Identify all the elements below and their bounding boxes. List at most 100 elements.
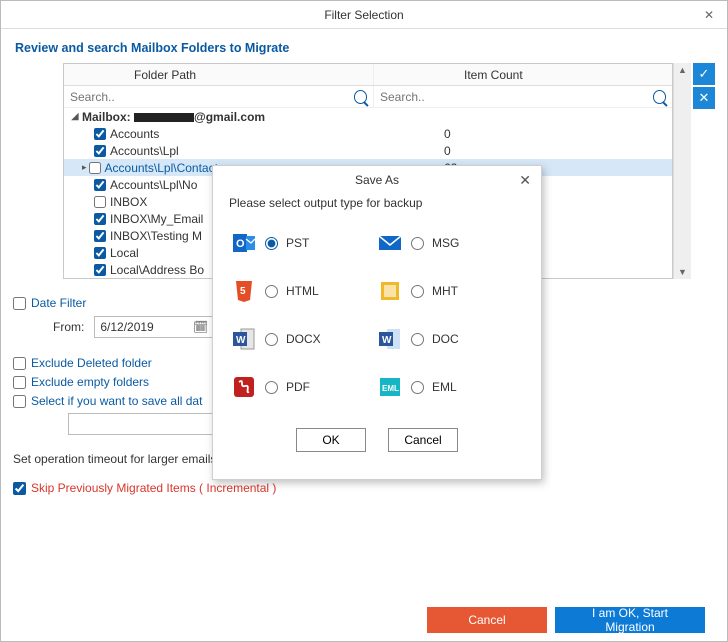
option-radio[interactable] — [265, 381, 278, 394]
option-mht[interactable]: MHT — [377, 278, 523, 304]
option-label: HTML — [286, 284, 319, 298]
scrollbar[interactable]: ▲ ▼ — [673, 63, 691, 279]
html5-icon: 5 — [231, 278, 257, 304]
option-radio[interactable] — [265, 237, 278, 250]
svg-text:O: O — [236, 238, 245, 250]
row-checkbox[interactable] — [94, 145, 106, 157]
modal-title: Save As — [355, 173, 399, 187]
uncheck-all-button[interactable]: ✕ — [693, 87, 715, 109]
mht-icon — [377, 278, 403, 304]
option-label: PDF — [286, 380, 310, 394]
modal-titlebar: Save As ✕ — [213, 166, 541, 194]
from-date-input[interactable]: 6/12/2019 🗓 — [94, 316, 214, 338]
row-checkbox[interactable] — [94, 179, 106, 191]
section-title: Review and search Mailbox Folders to Mig… — [15, 41, 715, 55]
option-radio[interactable] — [411, 333, 424, 346]
scroll-up-icon[interactable]: ▲ — [678, 63, 687, 77]
table-row[interactable]: Accounts0 — [64, 125, 672, 142]
exclude-empty-checkbox[interactable] — [13, 376, 26, 389]
search-count-cell — [374, 86, 672, 107]
modal-buttons: OK Cancel — [213, 428, 541, 452]
close-icon[interactable]: ✕ — [519, 172, 531, 189]
from-label: From: — [53, 320, 84, 334]
table-row[interactable]: Accounts\Lpl0 — [64, 142, 672, 159]
skip-prev-checkbox[interactable] — [13, 482, 26, 495]
row-checkbox[interactable] — [94, 230, 106, 242]
row-checkbox[interactable] — [94, 264, 106, 276]
mailbox-prefix: Mailbox: — [82, 110, 131, 124]
search-folder-cell — [64, 86, 374, 107]
exclude-empty-label: Exclude empty folders — [31, 375, 149, 389]
date-filter-checkbox[interactable] — [13, 297, 26, 310]
option-pdf[interactable]: PDF — [231, 374, 377, 400]
cancel-button[interactable]: Cancel — [427, 607, 547, 633]
modal-cancel-button[interactable]: Cancel — [388, 428, 458, 452]
collapse-icon[interactable]: ◢ — [70, 112, 80, 122]
table-header: Folder Path Item Count — [64, 64, 672, 86]
row-checkbox[interactable] — [94, 213, 106, 225]
option-eml[interactable]: EML EML — [377, 374, 523, 400]
search-icon[interactable] — [354, 90, 367, 104]
output-options-grid: O PST MSG 5 HTML MHT W DOCX W DOC — [213, 222, 541, 400]
date-filter-label: Date Filter — [31, 296, 86, 310]
option-radio[interactable] — [411, 381, 424, 394]
option-label: DOC — [432, 332, 459, 346]
row-pointer-icon: ▸ — [82, 162, 87, 173]
word-icon: W — [377, 326, 403, 352]
option-radio[interactable] — [265, 285, 278, 298]
scroll-down-icon[interactable]: ▼ — [678, 265, 687, 279]
modal-subtitle: Please select output type for backup — [213, 194, 541, 222]
skip-prev-row: Skip Previously Migrated Items ( Increme… — [13, 481, 715, 495]
row-checkbox[interactable] — [94, 196, 106, 208]
mailbox-root[interactable]: ◢ Mailbox: @gmail.com — [64, 108, 672, 125]
option-label: DOCX — [286, 332, 321, 346]
svg-text:EML: EML — [382, 384, 399, 393]
svg-text:W: W — [382, 335, 392, 346]
svg-text:W: W — [236, 335, 246, 346]
row-checkbox[interactable] — [94, 128, 106, 140]
option-label: EML — [432, 380, 457, 394]
option-html[interactable]: 5 HTML — [231, 278, 377, 304]
mailbox-redacted — [134, 113, 194, 122]
option-radio[interactable] — [411, 237, 424, 250]
word-icon: W — [231, 326, 257, 352]
calendar-icon[interactable]: 🗓 — [193, 320, 208, 334]
row-checkbox[interactable] — [94, 247, 106, 259]
option-label: MHT — [432, 284, 458, 298]
start-migration-button[interactable]: I am OK, Start Migration — [555, 607, 705, 633]
exclude-deleted-label: Exclude Deleted folder — [31, 356, 152, 370]
pdf-icon — [231, 374, 257, 400]
bottom-bar: Cancel I am OK, Start Migration — [13, 599, 715, 641]
option-radio[interactable] — [265, 333, 278, 346]
from-date-value: 6/12/2019 — [100, 320, 153, 334]
search-count-input[interactable] — [380, 90, 653, 104]
option-radio[interactable] — [411, 285, 424, 298]
check-all-button[interactable]: ✓ — [693, 63, 715, 85]
search-icon[interactable] — [653, 90, 666, 104]
outlook-icon: O — [231, 230, 257, 256]
option-msg[interactable]: MSG — [377, 230, 523, 256]
mail-icon — [377, 230, 403, 256]
option-docx[interactable]: W DOCX — [231, 326, 377, 352]
ok-button[interactable]: OK — [296, 428, 366, 452]
option-label: PST — [286, 236, 309, 250]
option-label: MSG — [432, 236, 459, 250]
skip-prev-label: Skip Previously Migrated Items ( Increme… — [31, 481, 276, 495]
side-buttons: ✓ ✕ — [693, 63, 715, 279]
search-folder-input[interactable] — [70, 90, 354, 104]
close-icon[interactable]: ✕ — [699, 5, 719, 25]
save-all-label: Select if you want to save all dat — [31, 394, 202, 408]
mailbox-suffix: @gmail.com — [194, 110, 265, 124]
window-title: Filter Selection — [324, 8, 403, 22]
save-as-dialog: Save As ✕ Please select output type for … — [212, 165, 542, 480]
titlebar: Filter Selection ✕ — [1, 1, 727, 29]
option-doc[interactable]: W DOC — [377, 326, 523, 352]
exclude-deleted-checkbox[interactable] — [13, 357, 26, 370]
col-header-count: Item Count — [374, 64, 672, 85]
save-all-checkbox[interactable] — [13, 395, 26, 408]
eml-icon: EML — [377, 374, 403, 400]
svg-text:5: 5 — [240, 286, 246, 297]
col-header-folder: Folder Path — [64, 64, 374, 85]
option-pst[interactable]: O PST — [231, 230, 377, 256]
row-checkbox[interactable] — [89, 162, 101, 174]
